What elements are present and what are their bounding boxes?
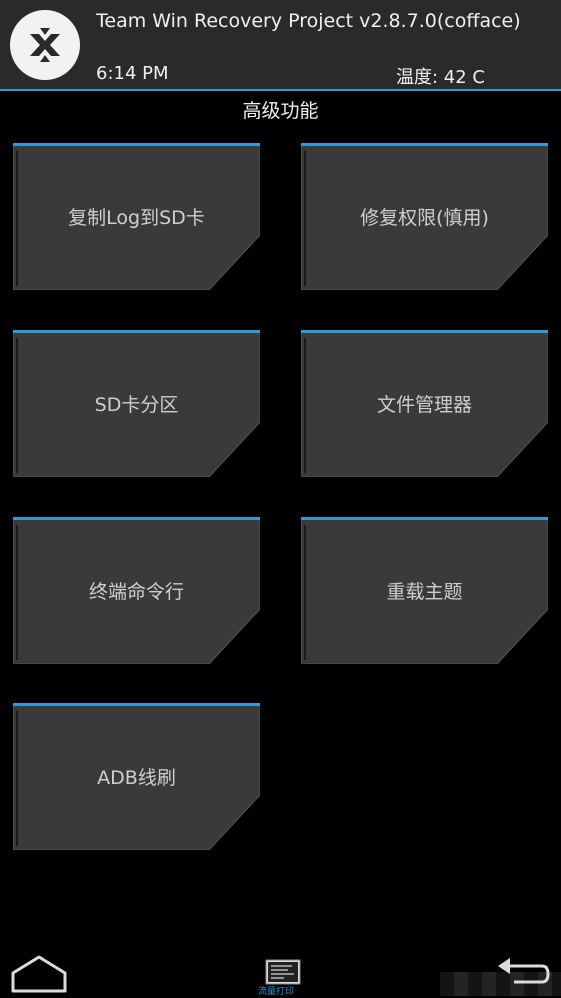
log-label: 流量打印 [258, 987, 295, 997]
page-title: 高级功能 [242, 100, 319, 122]
back-arrow-icon[interactable] [494, 958, 550, 994]
sd-card-partition-button[interactable]: SD卡分区 [13, 330, 260, 477]
file-manager-button[interactable]: 文件管理器 [301, 330, 548, 477]
copy-log-to-sd-button[interactable]: 复制Log到SD卡 [13, 143, 260, 290]
app-title: Team Win Recovery Project v2.8.7.0(coffa… [96, 10, 521, 32]
twrp-logo-icon [10, 10, 80, 80]
terminal-command-button[interactable]: 终端命令行 [13, 517, 260, 664]
status-header: Team Win Recovery Project v2.8.7.0(coffa… [0, 0, 561, 91]
reload-theme-button[interactable]: 重载主题 [301, 517, 548, 664]
clock-time: 6:14 PM [96, 63, 169, 84]
fix-permissions-button[interactable]: 修复权限(慎用) [301, 143, 548, 290]
home-icon[interactable] [10, 953, 68, 993]
temperature-readout: 温度: 42 C [396, 67, 485, 88]
adb-sideload-button[interactable]: ADB线刷 [13, 703, 260, 850]
